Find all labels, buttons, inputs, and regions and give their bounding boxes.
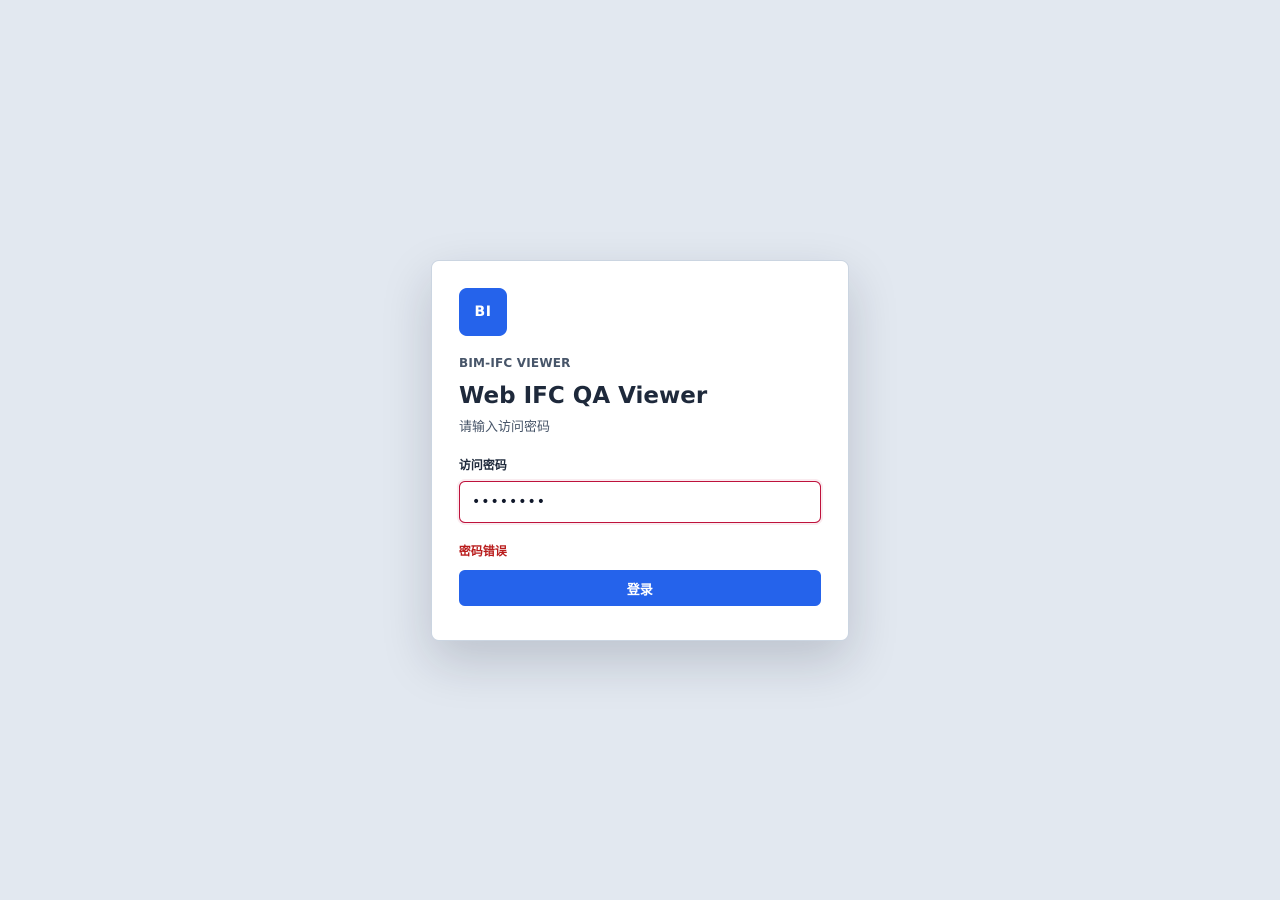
password-label: 访问密码 <box>459 458 508 472</box>
login-card: BI BIM-IFC VIEWER Web IFC QA Viewer 请输入访… <box>431 260 849 641</box>
page-subtitle: 请输入访问密码 <box>459 420 551 435</box>
error-message: 密码错误 <box>459 544 508 558</box>
app-eyebrow: BIM-IFC VIEWER <box>459 356 571 370</box>
page-title: Web IFC QA Viewer <box>459 383 708 409</box>
app-logo-text: BI <box>474 304 492 320</box>
password-field-wrapper <box>459 481 821 523</box>
app-logo: BI <box>459 288 507 336</box>
login-page: BI BIM-IFC VIEWER Web IFC QA Viewer 请输入访… <box>0 0 1280 900</box>
password-input[interactable] <box>472 482 808 522</box>
login-button[interactable]: 登录 <box>459 570 821 606</box>
